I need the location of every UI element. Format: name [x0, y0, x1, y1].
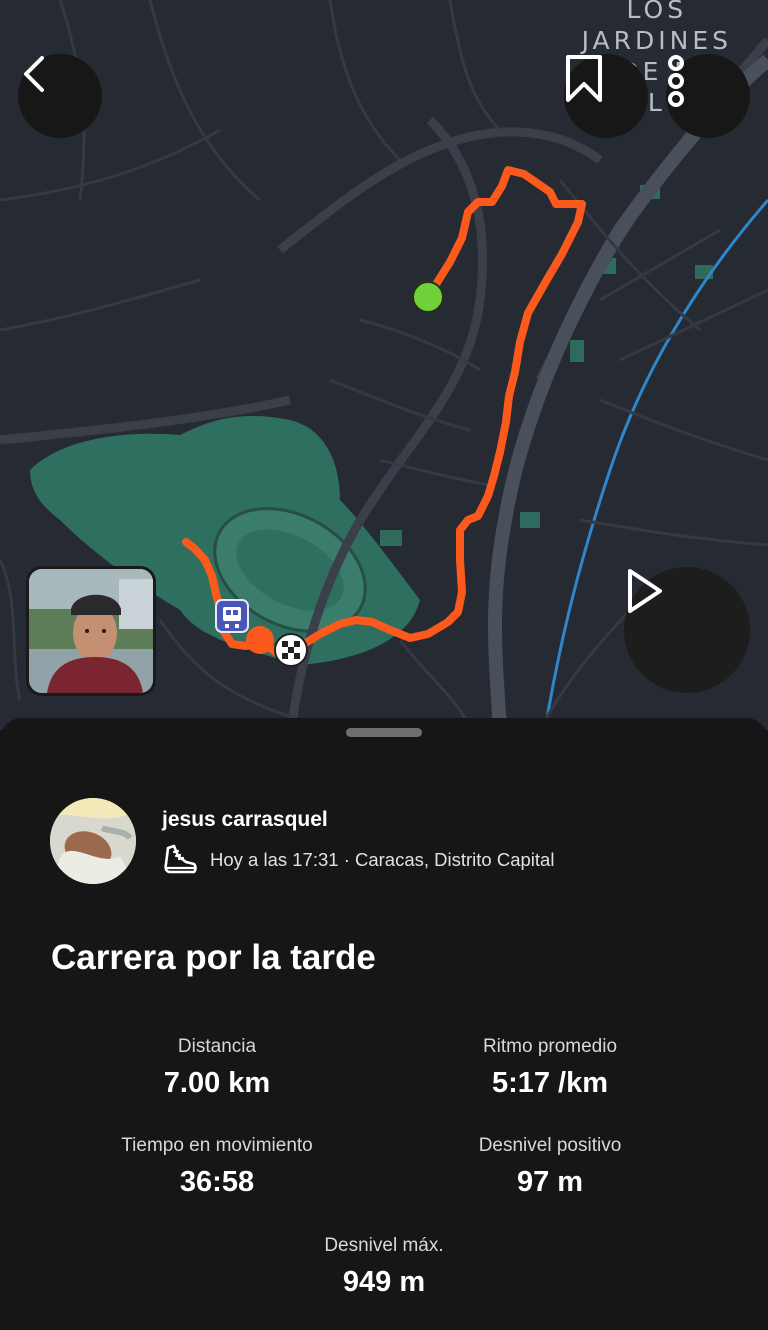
back-button[interactable]	[18, 54, 102, 138]
stat-value: 7.00 km	[163, 1067, 271, 1099]
stat-value: 5:17 /km	[491, 1067, 609, 1099]
stat-value: 949 m	[342, 1266, 426, 1298]
metro-station-icon	[215, 599, 249, 633]
map-label-line: JARDINES	[581, 26, 732, 55]
stat-moving-time: Tiempo en movimiento 36:58	[57, 1135, 377, 1199]
stat-label: Ritmo promedio	[482, 1036, 618, 1057]
activity-meta: Hoy a las 17:31 · Caracas, Distrito Capi…	[162, 842, 554, 878]
chevron-left-icon	[24, 56, 44, 92]
play-icon	[628, 569, 662, 613]
park-block	[570, 340, 584, 362]
activity-date-location: Hoy a las 17:31 · Caracas, Distrito Capi…	[210, 849, 555, 870]
stat-label: Tiempo en movimiento	[121, 1135, 313, 1156]
more-options-button[interactable]	[666, 54, 750, 138]
activity-details-sheet: jesus carrasquel Hoy a las 17:31 · Carac…	[0, 718, 768, 1330]
stat-label: Desnivel positivo	[478, 1135, 622, 1156]
sheet-drag-handle[interactable]	[346, 728, 422, 737]
stat-value: 97 m	[516, 1166, 584, 1198]
stat-label: Distancia	[177, 1036, 257, 1057]
activity-title: Carrera por la tarde	[51, 938, 376, 977]
map-label-line: LOS	[626, 0, 688, 24]
stat-average-pace: Ritmo promedio 5:17 /km	[390, 1036, 710, 1100]
bookmark-icon	[566, 55, 602, 102]
park-block	[380, 530, 402, 546]
route-start-marker	[412, 281, 444, 313]
activity-photo-thumbnail[interactable]	[26, 566, 156, 696]
route-finish-marker	[274, 633, 308, 667]
play-flyover-button[interactable]	[624, 567, 750, 693]
park-block	[520, 512, 540, 528]
vertical-dots-icon	[668, 55, 684, 107]
bookmark-button[interactable]	[564, 54, 648, 138]
route-map[interactable]: LOS JARDINES DE E L	[0, 0, 768, 730]
route-point-marker	[246, 626, 274, 654]
stat-distance: Distancia 7.00 km	[57, 1036, 377, 1100]
stat-value: 36:58	[179, 1166, 255, 1198]
athlete-photo	[29, 569, 153, 693]
running-shoe-icon	[164, 844, 197, 874]
stat-label: Desnivel máx.	[324, 1235, 444, 1256]
athlete-avatar[interactable]	[50, 798, 136, 884]
stat-max-elevation: Desnivel máx. 949 m	[224, 1235, 544, 1299]
stat-elevation-gain: Desnivel positivo 97 m	[390, 1135, 710, 1199]
athlete-name[interactable]: jesus carrasquel	[162, 808, 328, 832]
